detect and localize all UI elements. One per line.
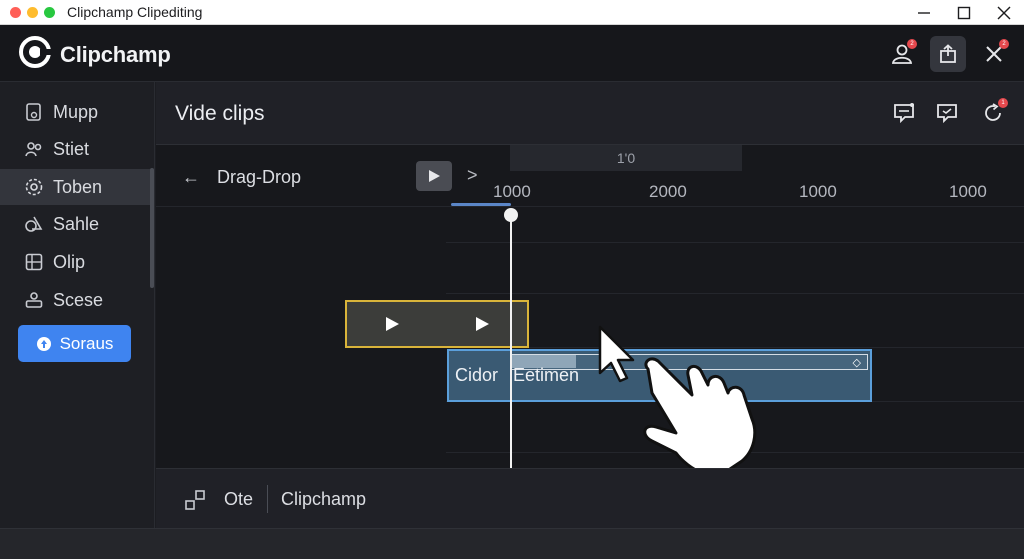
- video-clip-yellow[interactable]: [345, 300, 529, 348]
- close-project-button[interactable]: 2: [976, 36, 1012, 72]
- ruler-highlight: [451, 203, 511, 206]
- drag-hand-cursor-icon: [598, 325, 757, 468]
- chat-icon: [937, 104, 957, 124]
- share-icon: [940, 44, 956, 63]
- footer-item-ote[interactable]: Ote: [224, 489, 253, 510]
- minimize-icon[interactable]: [904, 0, 944, 25]
- ruler-tick-label: 1000: [493, 182, 531, 201]
- sidebar-item-olip[interactable]: Olip: [0, 244, 152, 280]
- ruler-tick-label: 2000: [649, 182, 687, 201]
- main-footer: Ote Clipchamp: [156, 468, 1024, 528]
- sidebar-item-label: Stiet: [53, 138, 90, 159]
- sidebar-item-label: Toben: [53, 176, 103, 197]
- sidebar-item-label: Mupp: [53, 101, 99, 122]
- status-bar: [0, 528, 1024, 559]
- chat-button[interactable]: [932, 98, 962, 128]
- comment-icon: [894, 103, 914, 124]
- brand: Clipchamp: [18, 35, 171, 74]
- sidebar-item-sahle[interactable]: Sahle: [0, 206, 152, 242]
- sidebar-item-toben[interactable]: Toben: [0, 169, 152, 205]
- timeline[interactable]: 1'0 ← Drag-Drop > 1000 2000 1000 1000 ◇ …: [156, 145, 1024, 468]
- maximize-icon[interactable]: [944, 0, 984, 25]
- share-button[interactable]: [930, 36, 966, 72]
- time-indicator-label: 1'0: [616, 150, 636, 166]
- shapes-icon: [25, 216, 43, 232]
- ruler-tick-label: 1000: [799, 182, 837, 201]
- layout-icon[interactable]: [184, 489, 206, 516]
- sidebar-item-label: Scese: [53, 289, 104, 310]
- zoom-window-dot[interactable]: [44, 6, 55, 18]
- drag-drop-label: Drag-Drop: [217, 167, 302, 187]
- window-controls: [904, 0, 1024, 25]
- refresh-badge: 1: [998, 98, 1008, 108]
- forward-arrow-icon[interactable]: >: [467, 165, 478, 186]
- close-badge: 2: [999, 39, 1009, 49]
- close-window-dot[interactable]: [10, 6, 21, 18]
- footer-divider: [267, 485, 268, 513]
- window-traffic-lights: [10, 6, 55, 18]
- play-icon: [476, 317, 489, 331]
- soraus-button-label: Soraus: [59, 333, 114, 353]
- main-header: Vide clips 1: [156, 82, 1024, 145]
- playhead-handle[interactable]: [504, 208, 518, 222]
- track-line: [446, 242, 1024, 243]
- clip-icon: [26, 103, 41, 121]
- play-button[interactable]: [416, 161, 452, 191]
- sidebar-item-label: Olip: [53, 251, 86, 272]
- sidebar-scrollbar[interactable]: [150, 168, 154, 288]
- window-title: Clipchamp Clipediting: [67, 4, 203, 20]
- ruler-tick-label: 1000: [949, 182, 987, 201]
- refresh-button[interactable]: 1: [978, 98, 1008, 128]
- sidebar: Mupp Stiet Toben Sahle Olip Scese Soraus: [0, 82, 155, 528]
- track-line: [446, 293, 1024, 294]
- grid-icon: [25, 253, 43, 271]
- scene-icon: [25, 292, 43, 308]
- keyframe-diamond-icon[interactable]: ◇: [853, 356, 861, 369]
- back-arrow-icon[interactable]: ←: [182, 167, 200, 188]
- comment-button[interactable]: [889, 98, 919, 128]
- sidebar-item-scese[interactable]: Scese: [0, 282, 152, 318]
- play-icon: [429, 170, 440, 182]
- account-button[interactable]: 2: [884, 36, 920, 72]
- footer-item-clipchamp[interactable]: Clipchamp: [281, 489, 366, 510]
- sidebar-item-mupp[interactable]: Mupp: [0, 94, 152, 130]
- app-header: Clipchamp 2 2: [0, 25, 1024, 82]
- clipchamp-logo-icon: [18, 35, 52, 74]
- os-title-bar: Clipchamp Clipediting: [0, 0, 1024, 25]
- notification-badge: 2: [907, 39, 917, 49]
- minimize-window-dot[interactable]: [27, 6, 38, 18]
- playhead[interactable]: [510, 215, 512, 468]
- gear-icon: [25, 178, 43, 196]
- brand-name: Clipchamp: [60, 41, 171, 67]
- soraus-button[interactable]: Soraus: [18, 325, 131, 362]
- sidebar-item-label: Sahle: [53, 213, 100, 234]
- timeline-divider: [156, 206, 1024, 207]
- clip-label: Cidor: [455, 365, 499, 385]
- sidebar-item-stiet[interactable]: Stiet: [0, 131, 152, 167]
- page-title: Vide clips: [175, 102, 265, 125]
- people-icon: [25, 142, 42, 157]
- clip-label: Eetimen: [513, 365, 580, 385]
- upload-icon: [36, 336, 51, 351]
- play-icon: [386, 317, 399, 331]
- close-icon[interactable]: [984, 0, 1024, 25]
